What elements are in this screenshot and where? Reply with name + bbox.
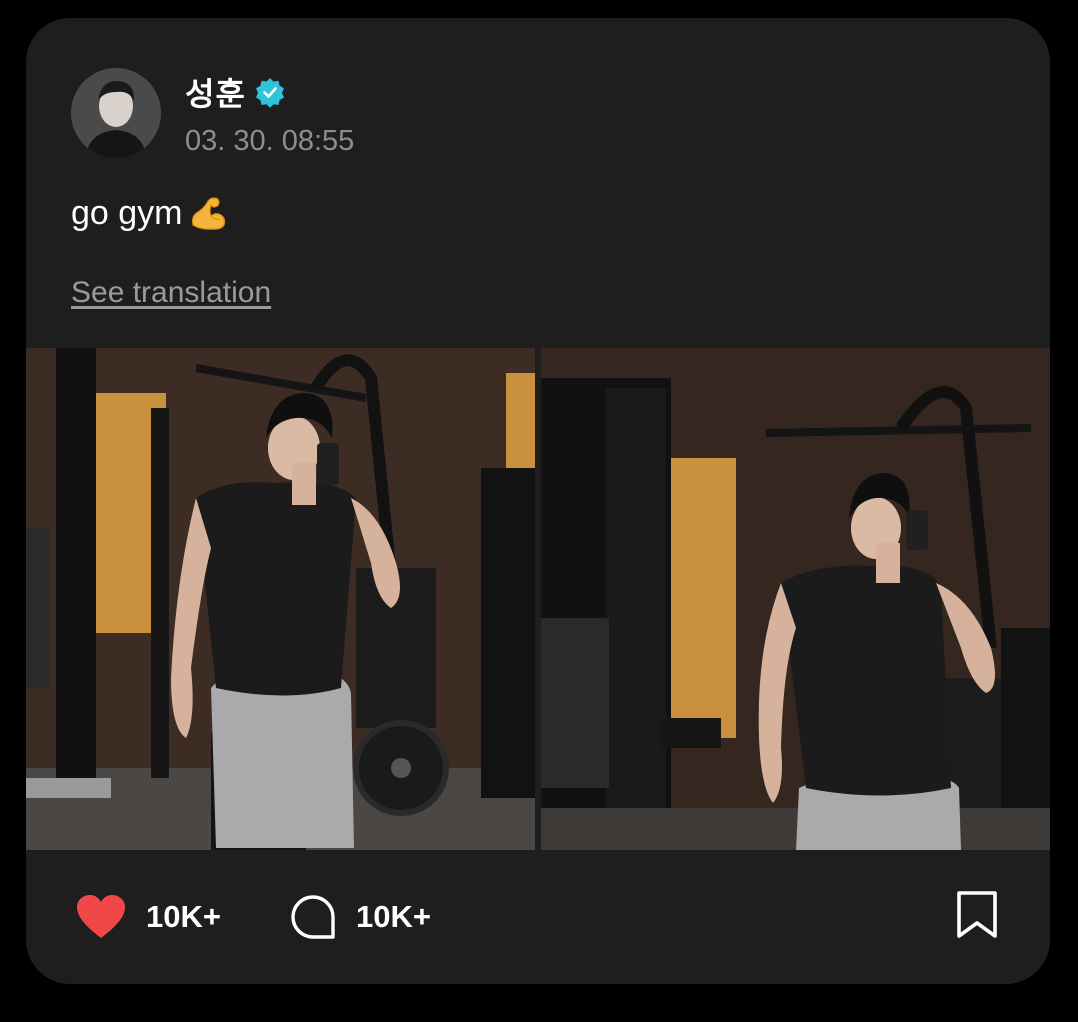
author-name[interactable]: 성훈 <box>185 69 246 115</box>
post-actions-bar: 10K+ 10K+ <box>26 850 1050 984</box>
comment-icon <box>291 895 335 939</box>
like-count: 10K+ <box>146 899 221 934</box>
comment-count: 10K+ <box>356 899 431 934</box>
comment-button[interactable]: 10K+ <box>290 894 431 940</box>
bookmark-button[interactable] <box>954 890 1000 945</box>
author-meta: 성훈 03. 30. 08:55 <box>185 69 354 158</box>
heart-icon <box>77 895 125 938</box>
verified-icon <box>255 77 284 108</box>
bookmark-icon <box>957 891 997 938</box>
post-header: 성훈 03. 30. 08:55 <box>71 68 354 158</box>
name-row: 성훈 <box>185 69 354 115</box>
like-button[interactable]: 10K+ <box>76 894 221 940</box>
flexed-biceps-icon <box>191 197 225 230</box>
post-caption: go gym <box>71 192 229 234</box>
post-image-1[interactable] <box>26 348 535 850</box>
post-image-2[interactable] <box>541 348 1050 850</box>
post-card: 성훈 03. 30. 08:55 go gym See translation <box>26 18 1050 984</box>
post-timestamp: 03. 30. 08:55 <box>185 124 355 157</box>
see-translation-link[interactable]: See translation <box>71 276 271 310</box>
post-image-gallery <box>26 348 1050 850</box>
caption-text: go gym <box>71 193 183 232</box>
avatar[interactable] <box>71 68 161 158</box>
